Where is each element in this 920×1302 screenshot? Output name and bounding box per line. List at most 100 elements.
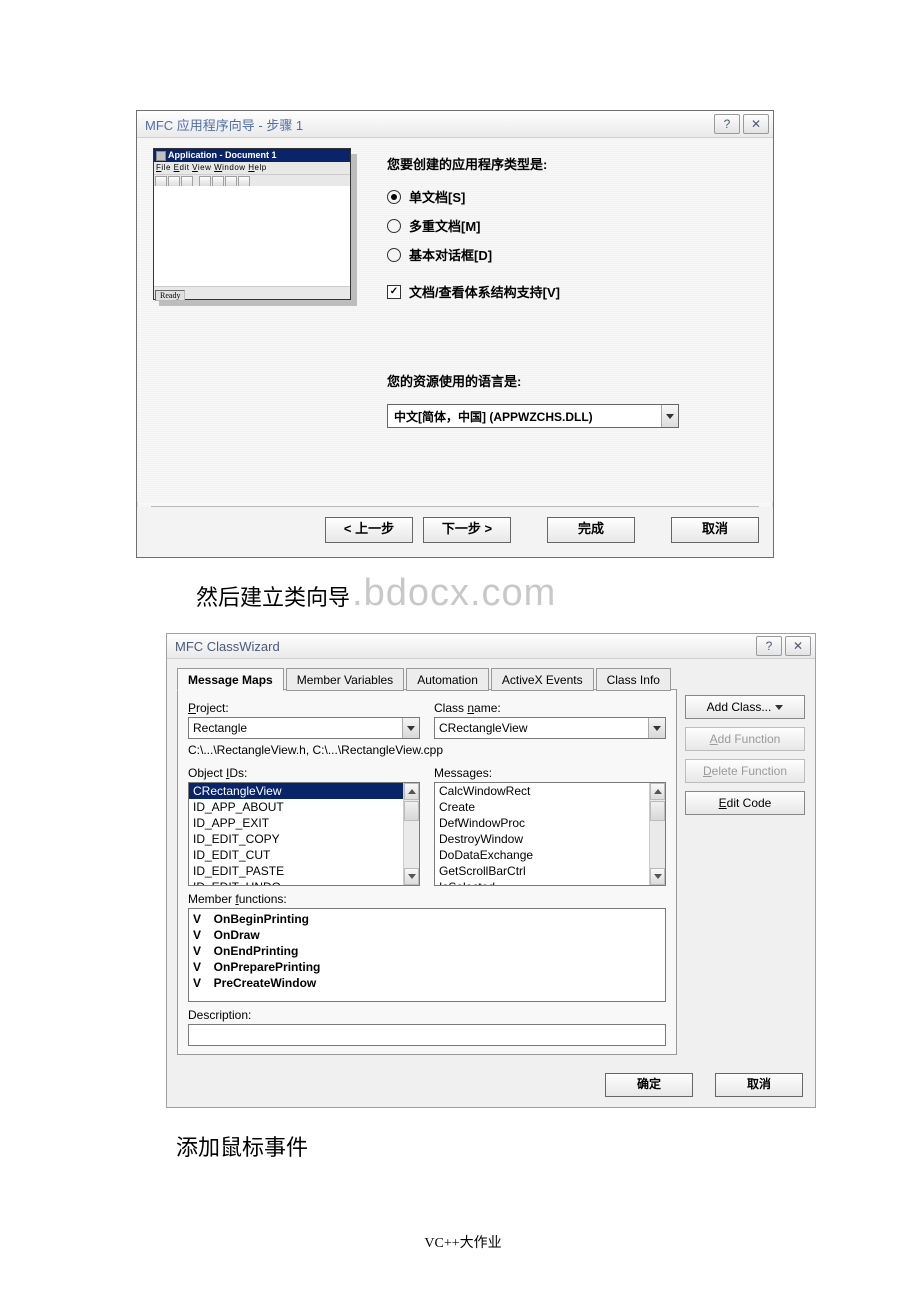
wizard-title: MFC 应用程序向导 - 步骤 1 [145,115,303,134]
question-app-type: 您要创建的应用程序类型是: [387,154,759,173]
object-ids-list[interactable]: CRectangleView ID_APP_ABOUT ID_APP_EXIT … [188,782,420,886]
chevron-down-icon [775,705,783,710]
classname-value: CRectangleView [435,721,648,735]
classwizard-tabs: Message Maps Member Variables Automation… [177,667,677,690]
messages-label: Messages: [434,766,666,780]
tab-member-variables[interactable]: Member Variables [286,668,404,691]
watermark-text: .bdocx.com [352,572,556,615]
ok-button[interactable]: 确定 [605,1073,693,1097]
help-button[interactable]: ? [714,114,740,134]
list-item[interactable]: V OnEndPrinting [193,943,661,959]
tab-class-info[interactable]: Class Info [596,668,671,691]
radio-multi-doc[interactable]: 多重文档[M] [387,216,759,235]
member-functions-list[interactable]: V OnBeginPrinting V OnDraw V OnEndPrinti… [188,908,666,1002]
scroll-thumb[interactable] [404,801,419,821]
scroll-down-icon[interactable] [650,868,665,885]
chevron-down-icon [402,718,419,738]
delete-function-button[interactable]: Delete Function [685,759,805,783]
close-button[interactable]: ✕ [785,636,811,656]
radio-icon [387,219,401,233]
description-box [188,1024,666,1046]
scroll-up-icon[interactable] [404,783,419,800]
finish-button[interactable]: 完成 [547,517,635,543]
mfc-classwizard-dialog: MFC ClassWizard ? ✕ Message Maps Member … [166,633,816,1108]
caption-mouse-event: 添加鼠标事件 [176,1130,790,1162]
checkbox-icon: ✓ [387,285,401,299]
list-item[interactable]: IsSelected [435,879,649,885]
help-button[interactable]: ? [756,636,782,656]
close-button[interactable]: ✕ [743,114,769,134]
list-item[interactable]: CalcWindowRect [435,783,649,799]
classwizard-titlebar: MFC ClassWizard ? ✕ [167,634,815,659]
list-item[interactable]: DoDataExchange [435,847,649,863]
project-value: Rectangle [189,721,402,735]
list-item[interactable]: GetScrollBarCtrl [435,863,649,879]
radio-single-doc[interactable]: 单文档[S] [387,187,759,206]
tab-panel: Project: Rectangle Class name: CRectangl… [177,689,677,1055]
cancel-button[interactable]: 取消 [671,517,759,543]
list-item[interactable]: ID_EDIT_CUT [189,847,403,863]
messages-list[interactable]: CalcWindowRect Create DefWindowProc Dest… [434,782,666,886]
list-item[interactable]: V PreCreateWindow [193,975,661,991]
radio-dialog[interactable]: 基本对话框[D] [387,245,759,264]
scroll-up-icon[interactable] [650,783,665,800]
file-path: C:\...\RectangleView.h, C:\...\Rectangle… [188,743,666,757]
list-item[interactable]: ID_EDIT_COPY [189,831,403,847]
mfc-wizard-dialog: MFC 应用程序向导 - 步骤 1 ? ✕ Application - Docu… [136,110,774,558]
scrollbar[interactable] [649,783,665,885]
scroll-thumb[interactable] [650,801,665,821]
add-class-button[interactable]: Add Class... [685,695,805,719]
wizard-titlebar: MFC 应用程序向导 - 步骤 1 ? ✕ [137,111,773,138]
list-item[interactable]: CRectangleView [189,783,403,799]
list-item[interactable]: DestroyWindow [435,831,649,847]
preview-menubar: File Edit View Window Help [154,162,350,174]
classname-combo[interactable]: CRectangleView [434,717,666,739]
caption-text: 然后建立类向导 .bdocx.com [196,572,790,615]
list-item[interactable]: V OnPreparePrinting [193,959,661,975]
list-item[interactable]: ID_EDIT_UNDO [189,879,403,885]
description-label: Description: [188,1008,666,1022]
scrollbar[interactable] [403,783,419,885]
classwizard-title: MFC ClassWizard [175,639,280,654]
list-item[interactable]: Create [435,799,649,815]
scroll-down-icon[interactable] [404,868,419,885]
project-combo[interactable]: Rectangle [188,717,420,739]
tab-message-maps[interactable]: Message Maps [177,668,284,691]
memberfuncs-label: Member functions: [188,892,666,906]
preview-app-title: Application - Document 1 [168,149,277,162]
radio-icon [387,248,401,262]
project-label: Project: [188,701,420,715]
list-item[interactable]: V OnBeginPrinting [193,911,661,927]
list-item[interactable]: DefWindowProc [435,815,649,831]
add-function-button[interactable]: Add Function [685,727,805,751]
list-item[interactable]: ID_APP_EXIT [189,815,403,831]
radio-multi-doc-label: 多重文档[M] [409,216,481,235]
language-value: 中文[简体，中国] (APPWZCHS.DLL) [388,408,661,425]
chevron-down-icon [661,405,678,427]
side-buttons: Add Class... Add Function Delete Functio… [685,667,805,1055]
checkbox-docview[interactable]: ✓ 文档/查看体系结构支持[V] [387,282,759,301]
preview-status-text: Ready [155,290,185,301]
next-button[interactable]: 下一步 > [423,517,511,543]
radio-dialog-label: 基本对话框[D] [409,245,492,264]
footer-text: VC++大作业 [136,1232,790,1252]
app-preview: Application - Document 1 File Edit View … [153,148,363,318]
list-item[interactable]: ID_APP_ABOUT [189,799,403,815]
back-button[interactable]: < 上一步 [325,517,413,543]
cancel-button[interactable]: 取消 [715,1073,803,1097]
language-dropdown[interactable]: 中文[简体，中国] (APPWZCHS.DLL) [387,404,679,428]
classname-label: Class name: [434,701,666,715]
edit-code-button[interactable]: Edit Code [685,791,805,815]
question-language: 您的资源使用的语言是: [387,371,759,390]
tab-activex-events[interactable]: ActiveX Events [491,668,594,691]
radio-single-doc-label: 单文档[S] [409,187,465,206]
objectids-label: Object IDs: [188,766,420,780]
caption-zh: 然后建立类向导 [196,580,350,612]
chevron-down-icon [648,718,665,738]
checkbox-docview-label: 文档/查看体系结构支持[V] [409,282,560,301]
radio-icon [387,190,401,204]
tab-automation[interactable]: Automation [406,668,489,691]
list-item[interactable]: ID_EDIT_PASTE [189,863,403,879]
list-item[interactable]: V OnDraw [193,927,661,943]
preview-statusbar: Ready [154,286,350,299]
